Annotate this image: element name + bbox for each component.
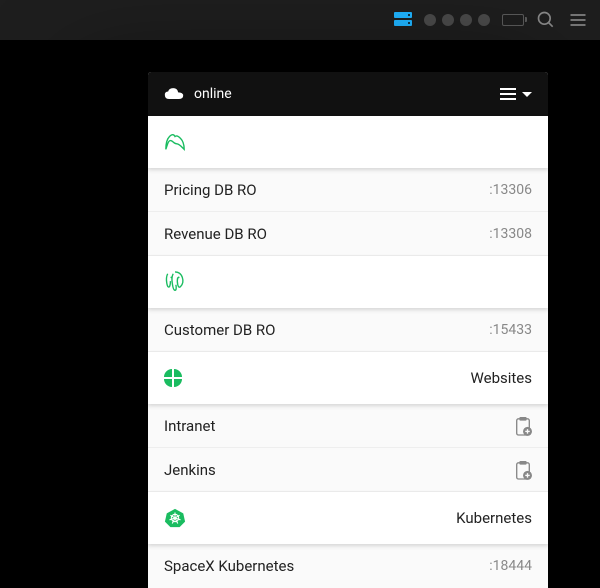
list-item[interactable]: Customer DB RO :15433 <box>148 308 548 352</box>
clipboard-add-icon[interactable] <box>514 460 532 480</box>
panel-header: online <box>148 72 548 116</box>
item-name: Pricing DB RO <box>164 181 257 199</box>
item-port: :13306 <box>489 182 532 198</box>
list-item[interactable]: Intranet <box>148 404 548 448</box>
connections-panel: online Pricing DB RO :13306 Revenue DB R… <box>148 72 548 588</box>
list-item[interactable]: Jenkins <box>148 448 548 492</box>
hamburger-icon <box>500 88 516 100</box>
section-header-mysql[interactable] <box>148 116 548 168</box>
server-icon[interactable] <box>394 12 412 28</box>
item-name: Customer DB RO <box>164 321 275 339</box>
section-header-websites[interactable]: Websites <box>148 352 548 404</box>
status-text: online <box>194 86 232 102</box>
item-name: Revenue DB RO <box>164 225 267 243</box>
k8s-icon <box>164 507 186 529</box>
item-name: Jenkins <box>164 461 216 479</box>
cloud-icon <box>164 87 184 101</box>
section-label: Websites <box>471 369 532 387</box>
item-port: :18444 <box>489 558 532 574</box>
topbar <box>0 0 600 40</box>
list-item[interactable]: Revenue DB RO :13308 <box>148 212 548 256</box>
clipboard-add-icon[interactable] <box>514 416 532 436</box>
item-port: :13308 <box>489 226 532 242</box>
item-name: Intranet <box>164 417 215 435</box>
section-label: Kubernetes <box>456 509 532 527</box>
list-item[interactable]: SpaceX Kubernetes :18444 <box>148 544 548 588</box>
item-port: :15433 <box>489 322 532 338</box>
item-name: SpaceX Kubernetes <box>164 557 294 575</box>
search-icon[interactable] <box>536 10 556 30</box>
mysql-icon <box>164 131 186 153</box>
status-dots <box>424 14 490 26</box>
chevron-down-icon <box>522 92 532 97</box>
globe-icon <box>164 369 182 387</box>
postgres-icon <box>164 270 186 294</box>
section-header-kubernetes[interactable]: Kubernetes <box>148 492 548 544</box>
list-item[interactable]: Pricing DB RO :13306 <box>148 168 548 212</box>
panel-menu-button[interactable] <box>500 88 532 100</box>
section-header-postgres[interactable] <box>148 256 548 308</box>
menu-icon[interactable] <box>568 10 588 30</box>
battery-icon <box>502 14 524 26</box>
